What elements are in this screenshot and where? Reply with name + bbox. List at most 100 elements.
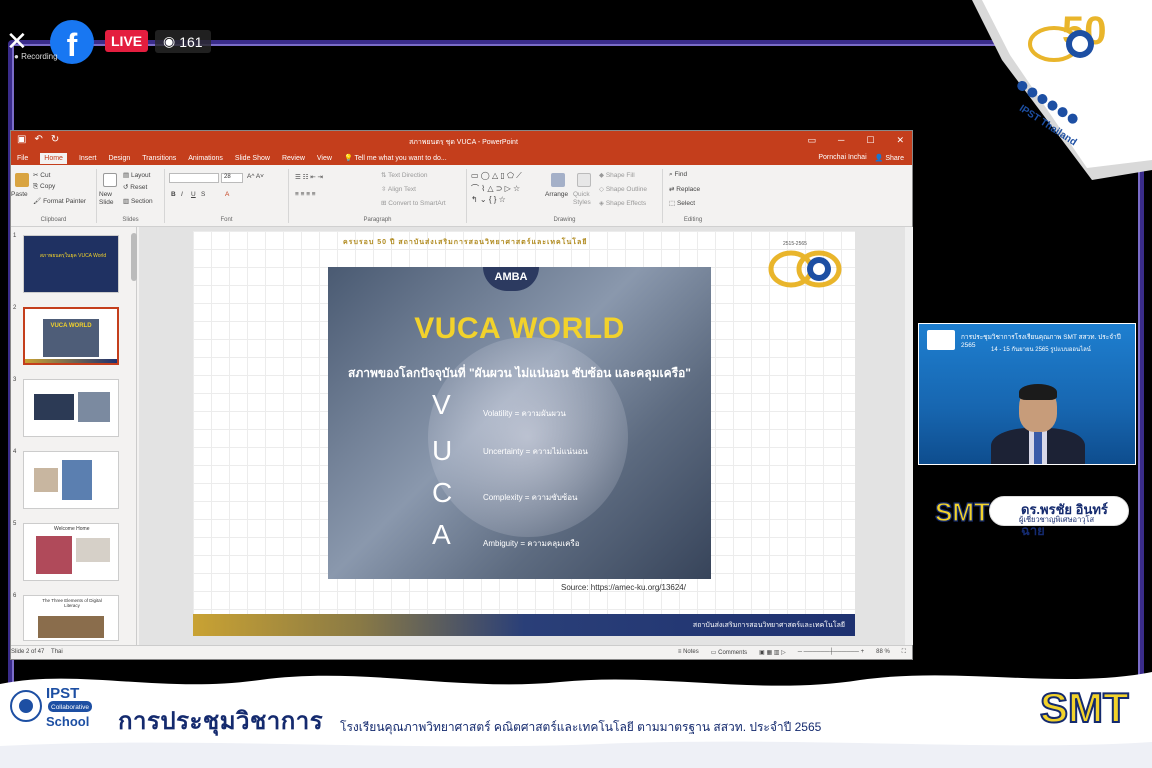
slide-thumbnail-4[interactable] — [23, 451, 119, 509]
clipboard-group-label: Clipboard — [40, 217, 67, 223]
shape-outline-button[interactable]: ◇ Shape Outline — [599, 185, 647, 193]
undo-icon[interactable]: ↶ — [34, 134, 42, 145]
minimize-button[interactable]: ─ — [838, 135, 844, 146]
cut-button[interactable]: ✂ Cut — [33, 171, 50, 179]
thumbnails-scrollbar[interactable] — [131, 233, 137, 281]
tell-me-box[interactable]: 💡 Tell me what you want to do... — [344, 154, 447, 162]
tab-design[interactable]: Design — [108, 155, 130, 162]
slides-group-label: Slides — [122, 217, 139, 223]
font-size-field[interactable]: 28 — [221, 173, 243, 183]
format-painter-button[interactable]: 🖌 Format Painter — [33, 197, 86, 205]
ribbon-group-font: 28 A^ A˅ B I U S A Font — [165, 169, 289, 223]
shape-fill-button[interactable]: ◆ Shape Fill — [599, 171, 635, 179]
shapes-gallery-row2[interactable]: ⌒ ⌇ △ ⊃ ▷ ☆ — [471, 183, 520, 194]
ribbon-display-icon[interactable]: ▭ — [807, 135, 816, 146]
amba-logo: AMBA — [483, 267, 539, 291]
layout-label: Layout — [130, 172, 151, 179]
livestream-screen: ✕ f LIVE ◉ 161 ● Recording 50 IPST Thail… — [0, 0, 1152, 768]
font-grow-icon[interactable]: A^ A˅ — [247, 173, 264, 180]
presenter-hair — [1019, 384, 1057, 400]
thumb-photo — [76, 538, 110, 562]
svg-text:Collaborative: Collaborative — [51, 704, 89, 711]
slide-thumbnail-5[interactable]: Welcome Home — [23, 523, 119, 581]
comments-button[interactable]: ▭ Comments — [711, 649, 747, 656]
user-area: Pornchai Inchai 👤 Share — [818, 154, 904, 162]
redo-icon[interactable]: ↻ — [51, 134, 59, 145]
select-button[interactable]: ⬚ Select — [669, 199, 695, 207]
normal-view-icon[interactable]: ▣ ▦ ▥ ▷ — [759, 649, 786, 656]
quick-styles-button[interactable]: Quick Styles — [573, 191, 595, 207]
shapes-gallery[interactable]: ▭ ◯ △ ▯ ⬠ ⟋ — [471, 171, 522, 181]
zoom-level[interactable]: 88 % — [876, 649, 890, 656]
ribbon-tabs: File Home Insert Design Transitions Anim… — [11, 151, 912, 165]
tab-file[interactable]: File — [17, 155, 28, 162]
copy-button[interactable]: ⎘ Copy — [33, 183, 55, 191]
shapes-gallery-row3[interactable]: ↰ ⌄ { } ☆ — [471, 195, 506, 204]
svg-text:School: School — [46, 714, 89, 729]
reset-button[interactable]: ↺ Reset — [123, 183, 147, 191]
share-label: Share — [885, 155, 904, 162]
bullets-icon[interactable]: ☰ ☷ ⇤ ⇥ — [295, 173, 323, 181]
canvas-scrollbar[interactable] — [905, 227, 913, 645]
slide-footer-bar: สถาบันส่งเสริมการสอนวิทยาศาสตร์และเทคโนโ… — [193, 614, 855, 636]
ribbon-group-drawing: ▭ ◯ △ ▯ ⬠ ⟋ ⌒ ⌇ △ ⊃ ▷ ☆ ↰ ⌄ { } ☆ Arrang… — [467, 169, 663, 223]
arrange-button[interactable]: Arrange — [545, 191, 568, 198]
slide-thumbnail-2[interactable]: VUCA WORLD — [23, 307, 119, 365]
maximize-button[interactable]: ☐ — [866, 135, 874, 146]
layout-button[interactable]: ▤ Layout — [123, 171, 150, 179]
underline-button[interactable]: U — [191, 191, 196, 198]
align-icons[interactable]: ≡ ≡ ≡ ≡ — [295, 191, 316, 198]
ribbon-group-slides: New Slide ▤ Layout ↺ Reset ▥ Section Sli… — [97, 169, 165, 223]
shape-effects-button[interactable]: ◈ Shape Effects — [599, 199, 646, 207]
font-family-field[interactable] — [169, 173, 219, 183]
tab-transitions[interactable]: Transitions — [142, 155, 176, 162]
ribbon-group-clipboard: Paste ✂ Cut ⎘ Copy 🖌 Format Painter Clip… — [11, 169, 97, 223]
notes-button[interactable]: ≡ Notes — [678, 649, 699, 656]
editing-group-label: Editing — [683, 217, 703, 223]
quick-access-toolbar: ▣ ↶ ↻ — [17, 134, 59, 145]
new-slide-icon[interactable] — [103, 173, 117, 187]
save-icon[interactable]: ▣ — [17, 134, 26, 145]
paste-button[interactable]: Paste — [11, 191, 28, 198]
tab-slide-show[interactable]: Slide Show — [235, 155, 270, 162]
convert-smartart-label: Convert to SmartArt — [388, 200, 446, 207]
thumb-number: 2 — [13, 305, 17, 311]
bold-button[interactable]: B — [171, 191, 176, 198]
slide-thumbnail-1[interactable]: สภาพยนตรฺในยุค VUCA World — [23, 235, 119, 293]
close-button[interactable]: ✕ — [896, 135, 904, 146]
convert-smartart-button[interactable]: ⊞ Convert to SmartArt — [381, 199, 446, 207]
quick-styles-icon[interactable] — [577, 173, 591, 187]
fit-slide-icon[interactable]: ⛶ — [902, 649, 906, 656]
thumb-number: 5 — [13, 521, 17, 527]
user-name[interactable]: Pornchai Inchai — [818, 154, 866, 162]
replace-label: Replace — [676, 186, 701, 193]
language[interactable]: Thai — [51, 649, 63, 655]
tab-insert[interactable]: Insert — [79, 155, 97, 162]
viewer-count-value: 161 — [179, 33, 203, 50]
thumb-photo — [78, 392, 110, 422]
align-text-label: Align Text — [387, 186, 416, 193]
slide-2[interactable]: ครบรอบ 50 ปี สถาบันส่งเสริมการสอนวิทยาศา… — [193, 231, 855, 636]
arrange-icon[interactable] — [551, 173, 565, 187]
strike-button[interactable]: S — [201, 191, 205, 198]
close-icon[interactable]: ✕ — [6, 28, 28, 54]
align-text-button[interactable]: ⇳ Align Text — [381, 185, 416, 193]
share-button[interactable]: 👤 Share — [875, 154, 904, 162]
replace-button[interactable]: ⇄ Replace — [669, 185, 700, 193]
tab-view[interactable]: View — [317, 155, 332, 162]
zoom-slider[interactable]: ─ ──────┼────── + — [798, 649, 864, 656]
text-direction-button[interactable]: ⇅ Text Direction — [381, 171, 428, 179]
font-color-button[interactable]: A — [225, 191, 229, 198]
slide-thumbnail-6[interactable]: The Three Elements of Digital Literacy — [23, 595, 119, 641]
paste-icon[interactable] — [15, 173, 29, 187]
section-button[interactable]: ▥ Section — [123, 197, 153, 205]
find-button[interactable]: ⌕ Find — [669, 171, 687, 179]
tab-review[interactable]: Review — [282, 155, 305, 162]
shape-outline-label: Shape Outline — [605, 186, 648, 193]
shape-fill-label: Shape Fill — [605, 172, 635, 179]
new-slide-button[interactable]: New Slide — [99, 191, 123, 207]
tab-home[interactable]: Home — [40, 152, 67, 164]
tab-animations[interactable]: Animations — [188, 155, 223, 162]
slide-thumbnail-3[interactable] — [23, 379, 119, 437]
italic-button[interactable]: I — [181, 191, 183, 198]
